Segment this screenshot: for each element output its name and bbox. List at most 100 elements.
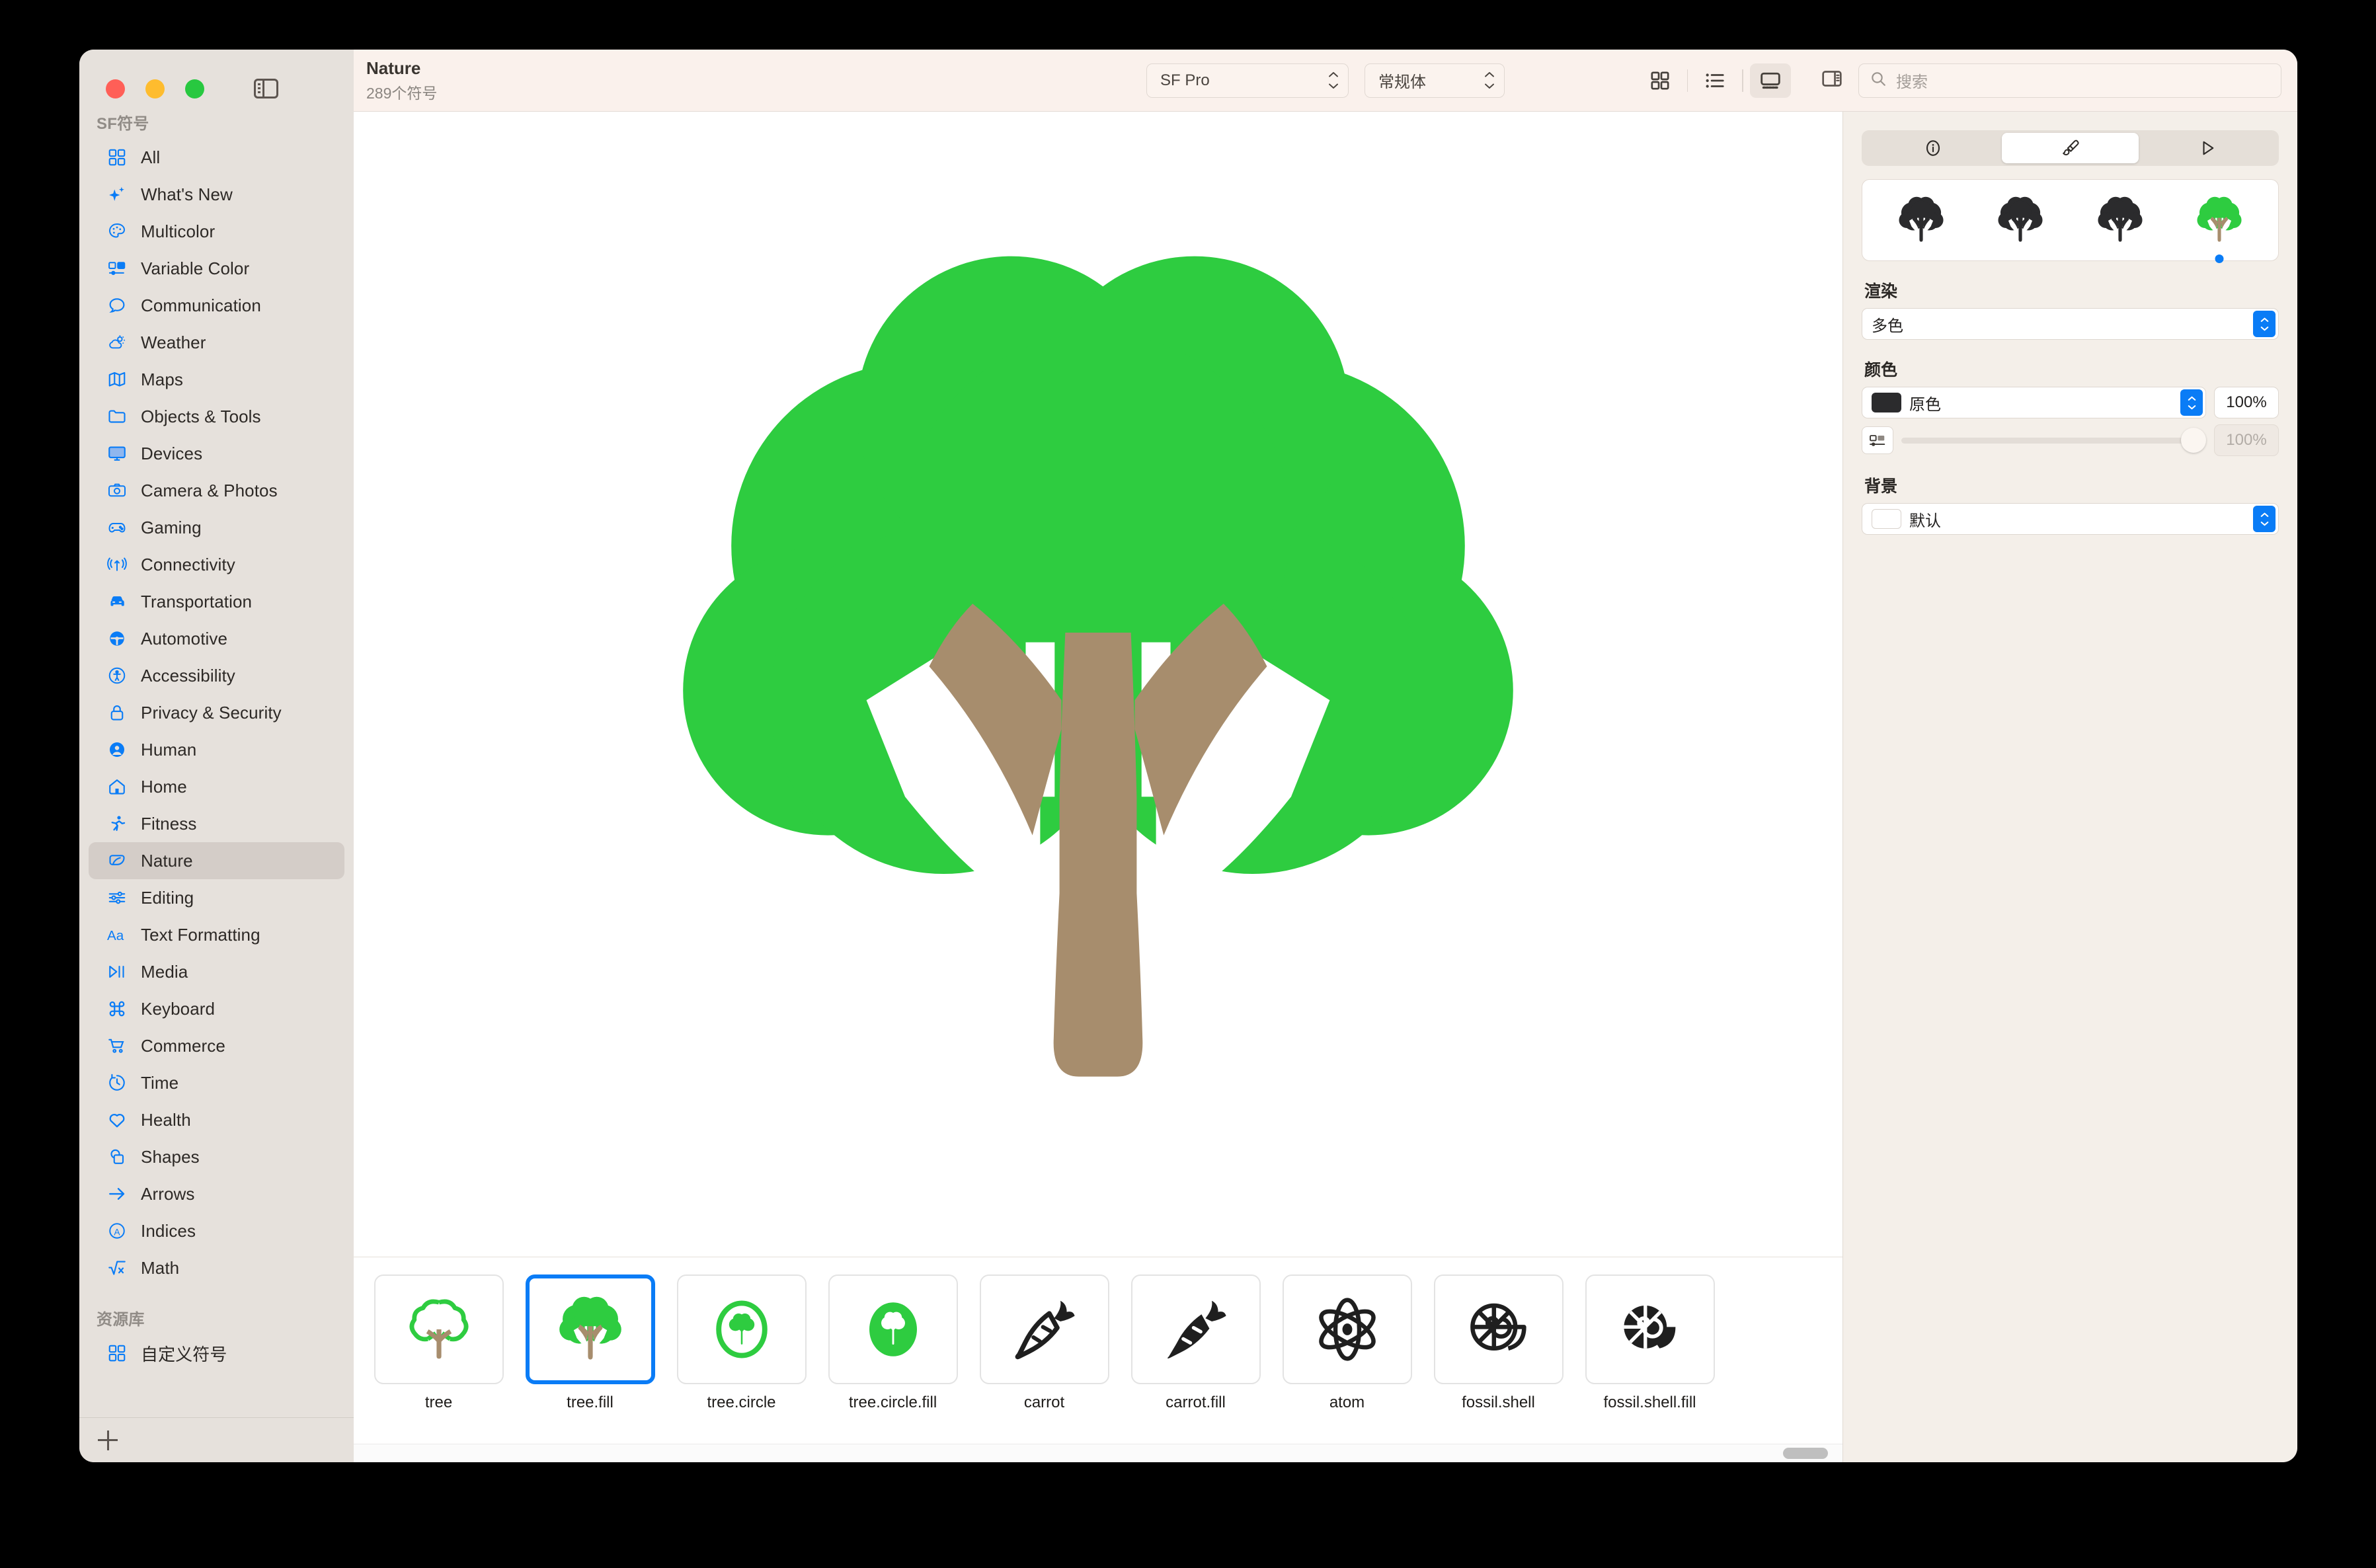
main-area: Nature 289个符号 SF Pro 常规体 搜索 tree tree.fi… [354,50,2297,1462]
chevron-updown-icon[interactable] [2253,311,2276,337]
fossil-shell-symbol-thumb [1470,1303,1526,1351]
symbol-tile[interactable] [525,1274,655,1384]
tab-info[interactable] [1864,133,2002,163]
horizontal-scrollbar[interactable] [354,1444,1842,1462]
sidebar-item-indices[interactable]: A Indices [89,1212,344,1249]
sidebar-item-accessibility[interactable]: Accessibility [89,657,344,694]
sidebar-item-camera-photos[interactable]: Camera & Photos [89,472,344,509]
chevron-updown-icon[interactable] [2180,389,2203,416]
tab-playback[interactable] [2139,133,2276,163]
symbol-tile[interactable] [374,1274,504,1384]
sidebar-item-communication[interactable]: Communication [89,287,344,324]
sidebar-item-all[interactable]: All [89,139,344,176]
symbol-tile[interactable] [1282,1274,1412,1384]
toolbar-divider [1742,69,1743,92]
weather-icon [106,331,128,354]
symbol-cell-tree[interactable]: tree [363,1274,514,1412]
sidebar-item-label: Shapes [141,1146,200,1167]
sidebar-item-weather[interactable]: Weather [89,324,344,361]
atom-symbol-thumb [1318,1298,1376,1361]
symbol-tile[interactable] [1585,1274,1715,1384]
background-dropdown[interactable]: 默认 [1862,503,2279,535]
add-library-button[interactable] [98,1430,118,1450]
symbol-tile[interactable] [1130,1274,1261,1384]
timer-icon [106,1072,128,1094]
color-dropdown[interactable]: 原色 [1862,387,2206,418]
sidebar-item-arrows[interactable]: Arrows [89,1175,344,1212]
sidebar-item-home[interactable]: Home [89,768,344,805]
sidebar-item-multicolor[interactable]: Multicolor [89,213,344,250]
sidebar-item-text-formatting[interactable]: Aa Text Formatting [89,916,344,953]
gallery-view-button[interactable] [1750,63,1791,98]
font-family-dropdown[interactable]: SF Pro [1146,63,1349,98]
symbol-strip[interactable]: tree tree.fill tree.circle tree.circle.f… [354,1257,1842,1462]
render-mode-dropdown[interactable]: 多色 [1862,308,2279,340]
render-preview-hierarchical[interactable] [1983,192,2057,249]
variable-color-button[interactable] [1862,426,1893,454]
inspector-toggle-button[interactable] [1817,66,1846,95]
symbol-cell-carrot-fill[interactable]: carrot.fill [1120,1274,1271,1412]
sidebar-item-nature[interactable]: Nature [89,842,344,879]
sidebar-item-keyboard[interactable]: Keyboard [89,990,344,1027]
render-preview-multicolor[interactable] [2182,192,2256,263]
sidebar-item-automotive[interactable]: Automotive [89,620,344,657]
sidebar-item-privacy-security[interactable]: Privacy & Security [89,694,344,731]
sidebar-item-objects-tools[interactable]: Objects & Tools [89,398,344,435]
sidebar-item-whats-new[interactable]: What's New [89,176,344,213]
sidebar-item-human[interactable]: Human [89,731,344,768]
sidebar-item-devices[interactable]: Devices [89,435,344,472]
symbol-cell-tree-circle-fill[interactable]: tree.circle.fill [817,1274,969,1412]
sidebar-item-maps[interactable]: Maps [89,361,344,398]
sidebar-item-editing[interactable]: Editing [89,879,344,916]
chevron-updown-icon[interactable] [2253,506,2276,532]
toolbar-divider [1686,69,1688,92]
symbol-cell-tree-circle[interactable]: tree.circle [666,1274,817,1412]
slider-track [1901,437,2206,444]
sidebar-item-commerce[interactable]: Commerce [89,1027,344,1064]
color-opacity-field[interactable]: 100% [2214,387,2279,418]
sidebar-item-health[interactable]: Health [89,1101,344,1138]
symbol-tile[interactable] [979,1274,1109,1384]
font-weight-dropdown[interactable]: 常规体 [1365,63,1505,98]
inspector-panel-icon [1821,67,1843,93]
render-preview-palette[interactable] [2083,192,2157,249]
sidebar-item-variable-color[interactable]: Variable Color [89,250,344,287]
inspector-panel: 渲染 多色 颜色 原色 100% 100% 背景 默认 [1842,112,2297,1462]
symbol-tile[interactable] [676,1274,807,1384]
search-input[interactable]: 搜索 [1858,63,2281,98]
sidebar-item-label: Media [141,961,188,982]
sidebar-item-connectivity[interactable]: Connectivity [89,546,344,583]
list-view-button[interactable] [1694,63,1735,98]
paintbrush-icon [2061,138,2080,158]
grid-view-button[interactable] [1640,63,1681,98]
opacity-slider[interactable] [1901,426,2206,454]
symbol-cell-fossil-shell-fill[interactable]: fossil.shell.fill [1574,1274,1725,1412]
symbol-tile[interactable] [828,1274,958,1384]
render-preview-monochrome[interactable] [1884,192,1958,249]
variable-value-row: 100% [1862,424,2279,456]
sidebar-item-fitness[interactable]: Fitness [89,805,344,842]
sidebar-toggle-icon[interactable] [254,78,278,99]
sidebar-item-gaming[interactable]: Gaming [89,509,344,546]
symbol-cell-carrot[interactable]: carrot [969,1274,1120,1412]
symbol-tile[interactable] [1433,1274,1564,1384]
sidebar-item-shapes[interactable]: Shapes [89,1138,344,1175]
sidebar-item-time[interactable]: Time [89,1064,344,1101]
close-button[interactable] [106,79,125,98]
symbol-name: tree.fill [567,1393,614,1411]
symbol-cell-tree-fill[interactable]: tree.fill [514,1274,666,1412]
sidebar-item-media[interactable]: Media [89,953,344,990]
zoom-button[interactable] [185,79,204,98]
sidebar-scroll[interactable]: SF符号 All What's New Multicolor Variable … [79,98,354,1417]
symbol-cell-atom[interactable]: atom [1271,1274,1423,1412]
sidebar-item-math[interactable]: Math [89,1249,344,1286]
scrollbar-thumb[interactable] [1783,1448,1828,1459]
app-window: SF符号 All What's New Multicolor Variable … [79,50,2297,1462]
slider-knob[interactable] [2181,428,2206,453]
sidebar-item-custom-symbols[interactable]: 自定义符号 [89,1335,344,1372]
sidebar-item-transportation[interactable]: Transportation [89,583,344,620]
minimize-button[interactable] [145,79,165,98]
symbol-preview-canvas[interactable] [354,112,1842,1257]
symbol-cell-fossil-shell[interactable]: fossil.shell [1423,1274,1574,1412]
tab-appearance[interactable] [2001,133,2139,163]
